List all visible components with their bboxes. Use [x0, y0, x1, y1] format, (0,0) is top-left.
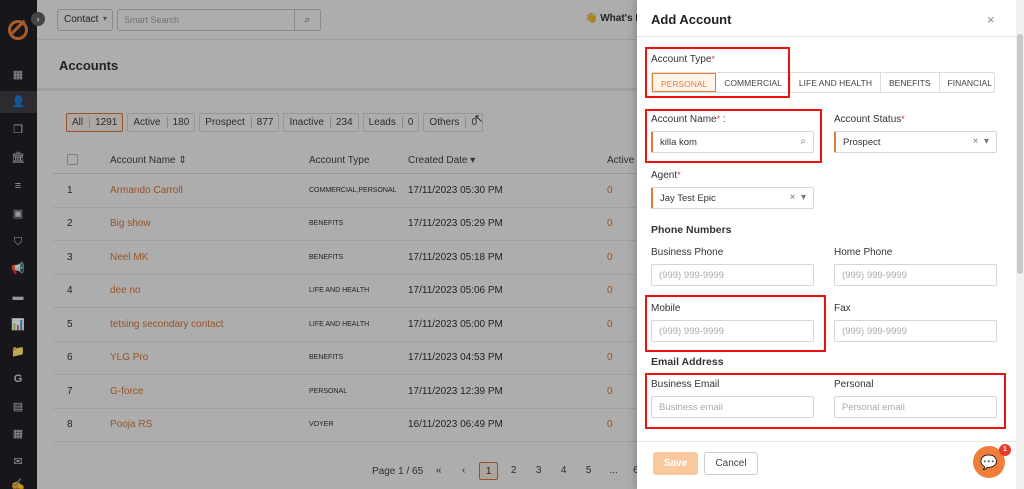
fax-label: Fax [834, 303, 851, 314]
add-account-drawer: Add Account × Account Type* PERSONAL COM… [637, 0, 1016, 489]
chat-badge: 1 [999, 444, 1011, 456]
business-phone-input[interactable]: (999) 999-9999 [651, 264, 814, 286]
personal-email-label: Personal [834, 379, 874, 390]
sidebar-dim [0, 0, 37, 489]
home-phone-label: Home Phone [834, 247, 893, 258]
drawer-scroll-thumb[interactable] [1017, 34, 1023, 274]
modal-backdrop[interactable] [37, 0, 637, 489]
account-status-label: Account Status* [834, 114, 905, 125]
phone-numbers-heading: Phone Numbers [651, 224, 732, 236]
business-email-label: Business Email [651, 379, 720, 390]
app-root: ▦ 👤 ❐ 🏛 ≡ ▣ ⛉ 📢 ▬ 📊 📁 G ▤ ▦ ✉ ✍ › Contac… [0, 0, 1024, 489]
mouse-cursor-icon: ↖ [474, 113, 484, 125]
personal-email-input[interactable]: Personal email [834, 396, 997, 418]
home-phone-input[interactable]: (999) 999-9999 [834, 264, 997, 286]
close-icon[interactable]: × [987, 12, 995, 27]
account-type-tabs: PERSONAL COMMERCIAL LIFE AND HEALTH BENE… [651, 72, 995, 93]
account-name-input[interactable]: killa kom ⌕ [651, 131, 814, 153]
agent-label: Agent* [651, 170, 681, 181]
save-button[interactable]: Save [653, 452, 698, 475]
account-type-label: Account Type* [651, 54, 715, 65]
account-name-label: Account Name* : [651, 114, 726, 125]
agent-select[interactable]: Jay Test Epic × ▾ [651, 187, 814, 209]
clear-chevron-icon[interactable]: × ▾ [973, 136, 989, 147]
drawer-divider [637, 36, 1016, 37]
drawer-footer: Save Cancel [637, 441, 1016, 489]
business-phone-label: Business Phone [651, 247, 724, 258]
email-address-heading: Email Address [651, 356, 724, 368]
fax-input[interactable]: (999) 999-9999 [834, 320, 997, 342]
tab-personal[interactable]: PERSONAL [652, 73, 717, 92]
tab-life-and-health[interactable]: LIFE AND HEALTH [791, 73, 881, 92]
drawer-title: Add Account [651, 12, 732, 27]
tab-financial-services[interactable]: FINANCIAL SER [940, 73, 994, 92]
mobile-label: Mobile [651, 303, 681, 314]
sidebar-collapse-icon[interactable]: › [31, 12, 45, 26]
clear-chevron-icon[interactable]: × ▾ [790, 192, 806, 203]
cancel-button[interactable]: Cancel [704, 452, 758, 475]
tab-benefits[interactable]: BENEFITS [881, 73, 940, 92]
business-email-input[interactable]: Business email [651, 396, 814, 418]
tab-commercial[interactable]: COMMERCIAL [716, 73, 791, 92]
search-icon[interactable]: ⌕ [800, 136, 806, 147]
account-status-select[interactable]: Prospect × ▾ [834, 131, 997, 153]
mobile-input[interactable]: (999) 999-9999 [651, 320, 814, 342]
